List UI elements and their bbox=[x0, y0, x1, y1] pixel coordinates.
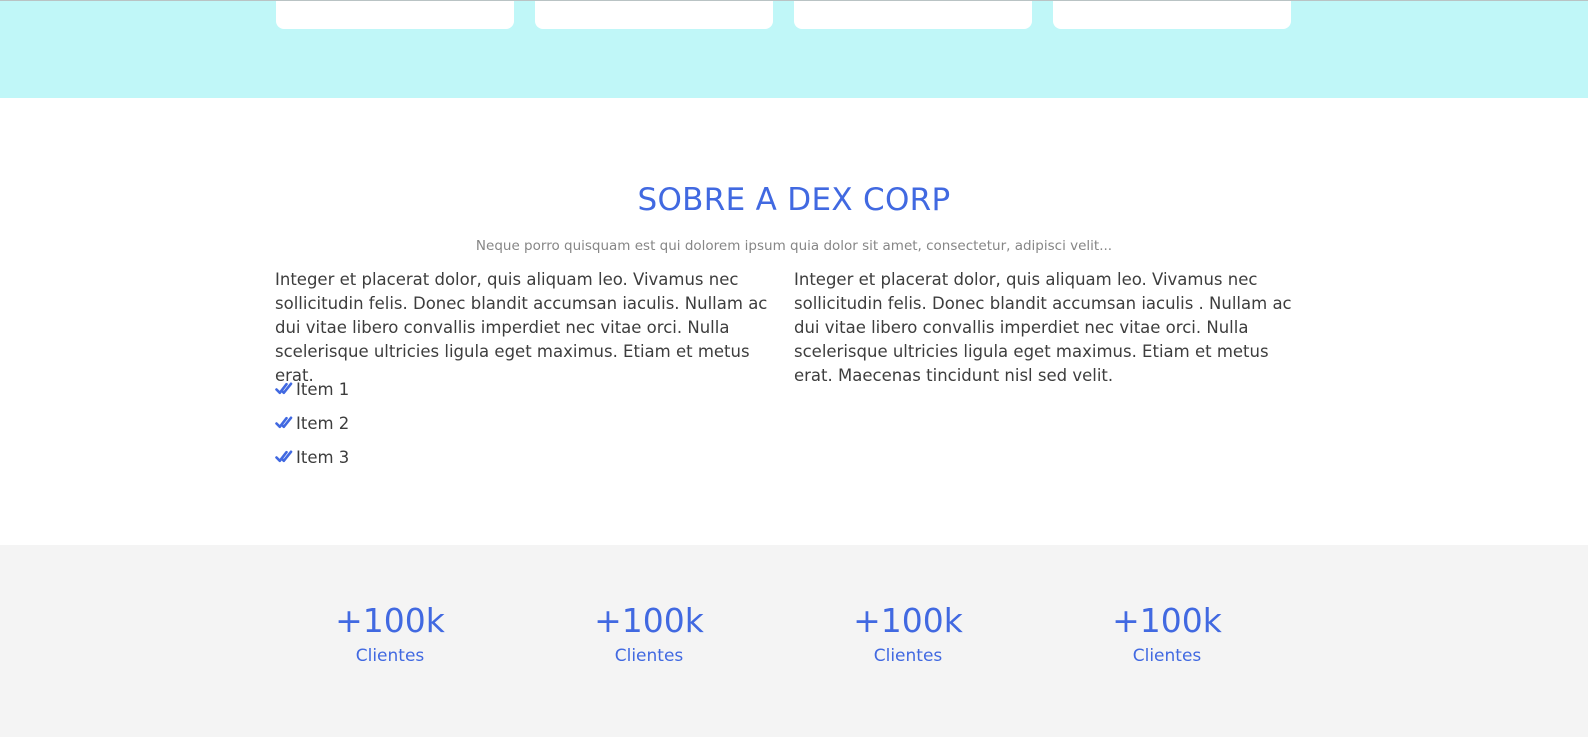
about-right-paragraph: Integer et placerat dolor, quis aliquam … bbox=[794, 270, 1292, 385]
top-card bbox=[276, 1, 514, 29]
top-card bbox=[535, 1, 773, 29]
top-card bbox=[794, 1, 1032, 29]
about-section: SOBRE A DEX CORP Neque porro quisquam es… bbox=[0, 98, 1588, 545]
about-left-paragraph: Integer et placerat dolor, quis aliquam … bbox=[275, 270, 768, 385]
check-list: Item 1 Item 2 Item 3 bbox=[275, 372, 349, 474]
list-item: Item 3 bbox=[275, 440, 349, 474]
stats-section: +100k Clientes +100k Clientes +100k Clie… bbox=[0, 545, 1588, 737]
about-title: SOBRE A DEX CORP bbox=[637, 182, 951, 218]
stat-block: +100k Clientes bbox=[788, 600, 1028, 668]
stat-label: Clientes bbox=[355, 646, 425, 666]
top-band bbox=[0, 0, 1588, 98]
stat-block: +100k Clientes bbox=[529, 600, 769, 668]
stat-value: +100k bbox=[594, 601, 704, 640]
list-item: Item 2 bbox=[275, 406, 349, 440]
list-item-label: Item 3 bbox=[296, 447, 350, 467]
stat-block: +100k Clientes bbox=[1047, 600, 1287, 668]
about-subtitle: Neque porro quisquam est qui dolorem ips… bbox=[475, 238, 1113, 254]
double-check-icon bbox=[275, 448, 293, 466]
double-check-icon bbox=[275, 380, 293, 398]
list-item-label: Item 2 bbox=[296, 413, 350, 433]
stat-label: Clientes bbox=[873, 646, 943, 666]
stat-block: +100k Clientes bbox=[270, 600, 510, 668]
double-check-icon bbox=[275, 414, 293, 432]
stat-value: +100k bbox=[335, 601, 445, 640]
list-item: Item 1 bbox=[275, 372, 349, 406]
stat-value: +100k bbox=[853, 601, 963, 640]
stat-label: Clientes bbox=[614, 646, 684, 666]
list-item-label: Item 1 bbox=[296, 379, 350, 399]
stat-value: +100k bbox=[1112, 601, 1222, 640]
stat-label: Clientes bbox=[1132, 646, 1202, 666]
top-card bbox=[1053, 1, 1291, 29]
